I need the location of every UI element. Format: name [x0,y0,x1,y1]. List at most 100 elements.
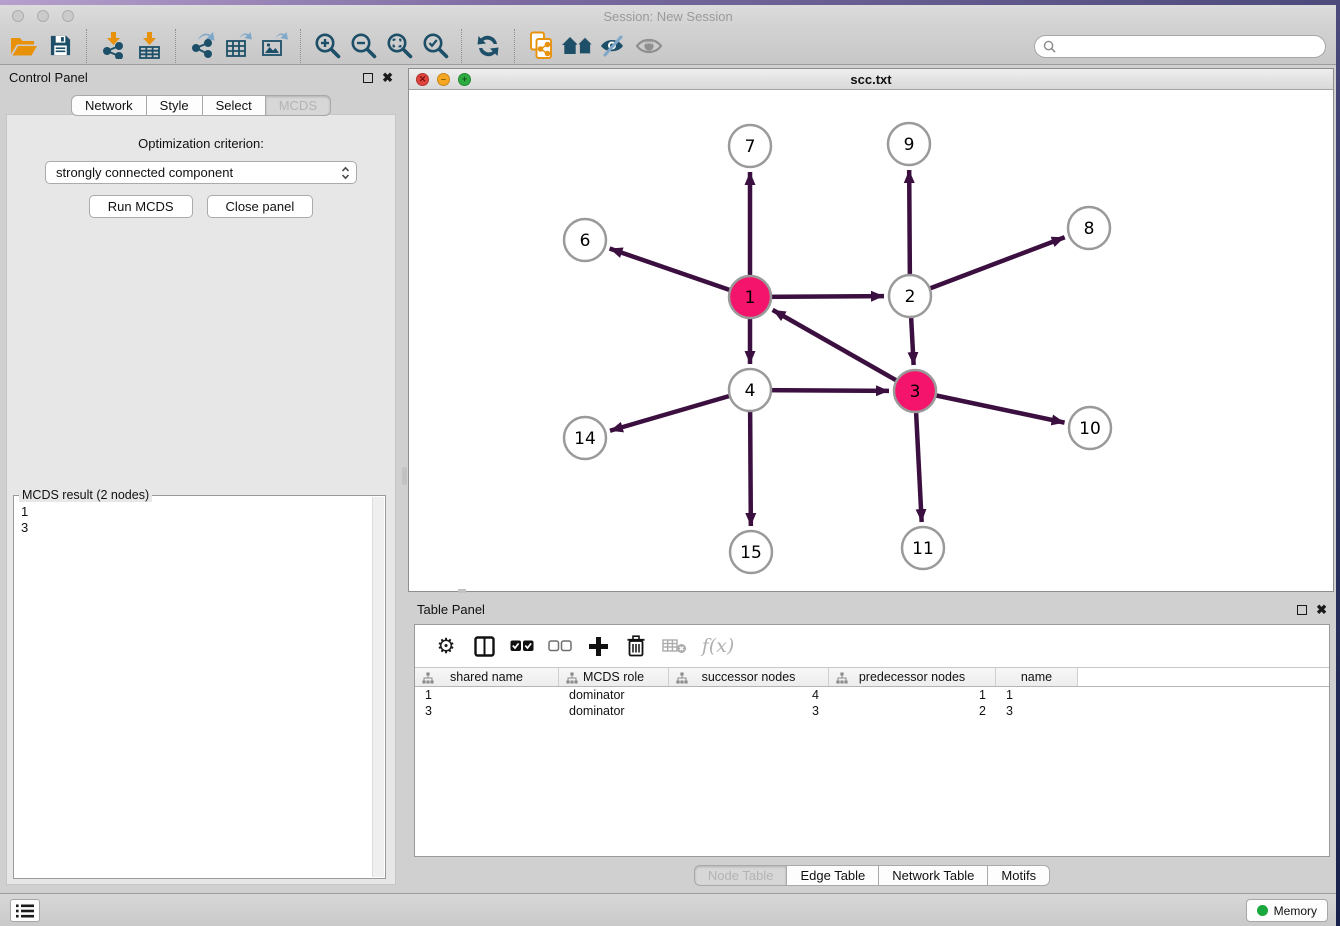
close-table-panel-button[interactable]: ✖ [1316,605,1327,615]
delete-table-button[interactable] [655,629,693,663]
table-body: 1dominator4113dominator323 [415,687,1329,719]
network-canvas[interactable]: 7 9 6 8 1 2 4 3 14 10 15 11 [409,90,1333,591]
mcds-result-item: 3 [15,520,372,536]
run-mcds-button[interactable]: Run MCDS [89,195,193,218]
task-history-button[interactable] [10,899,40,922]
minimize-window-button[interactable] [37,10,49,22]
result-scrollbar[interactable] [372,497,384,877]
network-window-titlebar[interactable]: ✕ – + scc.txt [409,69,1333,90]
graph-node-4[interactable]: 4 [729,369,771,411]
column-header-MCDS-role[interactable]: MCDS role [559,668,669,686]
zoom-out-button[interactable] [345,29,381,63]
maximize-network-button[interactable]: + [458,73,471,86]
graph-node-7[interactable]: 7 [729,125,771,167]
tab-node-table[interactable]: Node Table [694,865,788,886]
close-panel-button[interactable]: ✖ [382,73,393,83]
delete-row-button[interactable] [617,629,655,663]
table-cell[interactable]: 3 [996,703,1078,719]
criterion-dropdown[interactable]: strongly connected component [45,161,357,184]
table-cell[interactable]: 4 [669,687,829,703]
app-title: Session: New Session [603,9,732,24]
column-header-successor-nodes[interactable]: successor nodes [669,668,829,686]
table-cell[interactable]: 1 [415,687,559,703]
table-cell[interactable]: 2 [829,703,996,719]
tab-style[interactable]: Style [147,95,203,116]
export-image-button[interactable] [256,29,292,63]
import-network-button[interactable] [95,29,131,63]
zoom-fit-button[interactable] [381,29,417,63]
graph-node-1[interactable]: 1 [729,276,771,318]
minimize-network-button[interactable]: – [437,73,450,86]
panel-divider-handle[interactable] [402,467,407,485]
search-field[interactable] [1034,35,1326,58]
graph-node-11[interactable]: 11 [902,527,944,569]
control-panel-titlebar[interactable]: Control Panel ✖ [0,65,402,90]
float-table-panel-button[interactable] [1297,605,1307,615]
tab-mcds[interactable]: MCDS [266,95,331,116]
tab-network[interactable]: Network [71,95,147,116]
memory-button[interactable]: Memory [1246,899,1328,922]
zoom-selected-button[interactable] [417,29,453,63]
table-cell[interactable]: dominator [559,703,669,719]
memory-status-icon [1257,905,1268,916]
close-network-button[interactable]: ✕ [416,73,429,86]
import-table-button[interactable] [131,29,167,63]
table-cell[interactable]: 1 [996,687,1078,703]
table-panel-box: ⚙ [414,624,1330,857]
home-button[interactable] [559,29,595,63]
column-header-name[interactable]: name [996,668,1078,686]
graph-edge-2-8[interactable] [910,237,1065,296]
hierarchy-icon [566,672,578,684]
export-table-button[interactable] [220,29,256,63]
graph-node-14[interactable]: 14 [564,417,606,459]
table-panel-titlebar[interactable]: Table Panel ✖ [408,597,1336,622]
tab-motifs[interactable]: Motifs [988,865,1050,886]
graph-edge-3-1[interactable] [773,310,915,391]
table-cell[interactable]: 3 [669,703,829,719]
tab-edge-table[interactable]: Edge Table [787,865,879,886]
column-header-shared-name[interactable]: shared name [415,668,559,686]
search-input[interactable] [1061,40,1317,54]
refresh-button[interactable] [470,29,506,63]
tab-select[interactable]: Select [203,95,266,116]
table-cell[interactable]: 1 [829,687,996,703]
graph-edge-3-10[interactable] [915,391,1065,423]
birds-eye-button[interactable] [631,29,667,63]
list-icon [16,904,34,918]
app-titlebar[interactable]: Session: New Session [0,5,1336,27]
function-builder-button[interactable]: f(x) [693,629,743,663]
hide-details-button[interactable] [595,29,631,63]
column-header-predecessor-nodes[interactable]: predecessor nodes [829,668,996,686]
graph-node-3[interactable]: 3 [894,370,936,412]
open-session-button[interactable] [6,29,42,63]
graph-node-6[interactable]: 6 [564,219,606,261]
table-settings-button[interactable]: ⚙ [427,629,465,663]
close-panel-button-2[interactable]: Close panel [207,195,314,218]
tab-network-table[interactable]: Network Table [879,865,988,886]
select-all-button[interactable] [503,629,541,663]
export-network-button[interactable] [184,29,220,63]
deselect-all-button[interactable] [541,629,579,663]
memory-label: Memory [1274,904,1317,918]
table-cell[interactable]: 3 [415,703,559,719]
graph-node-10[interactable]: 10 [1069,407,1111,449]
float-panel-button[interactable] [363,73,373,83]
graph-node-2[interactable]: 2 [889,275,931,317]
zoom-window-button[interactable] [62,10,74,22]
table-row[interactable]: 3dominator323 [415,703,1329,719]
graph-node-9[interactable]: 9 [888,123,930,165]
copy-network-button[interactable] [523,29,559,63]
split-columns-button[interactable] [465,629,503,663]
graph-edge-1-6[interactable] [610,248,750,297]
table-cell[interactable]: dominator [559,687,669,703]
close-window-button[interactable] [12,10,24,22]
zoom-in-button[interactable] [309,29,345,63]
mcds-result-list[interactable]: 13 [15,504,372,877]
window-resize-handle[interactable] [458,589,466,593]
main-content: Control Panel ✖ Network Style Select MCD… [0,65,1336,893]
add-row-button[interactable] [579,629,617,663]
graph-node-15[interactable]: 15 [730,531,772,573]
table-row[interactable]: 1dominator411 [415,687,1329,703]
graph-node-8[interactable]: 8 [1068,207,1110,249]
save-session-button[interactable] [42,29,78,63]
